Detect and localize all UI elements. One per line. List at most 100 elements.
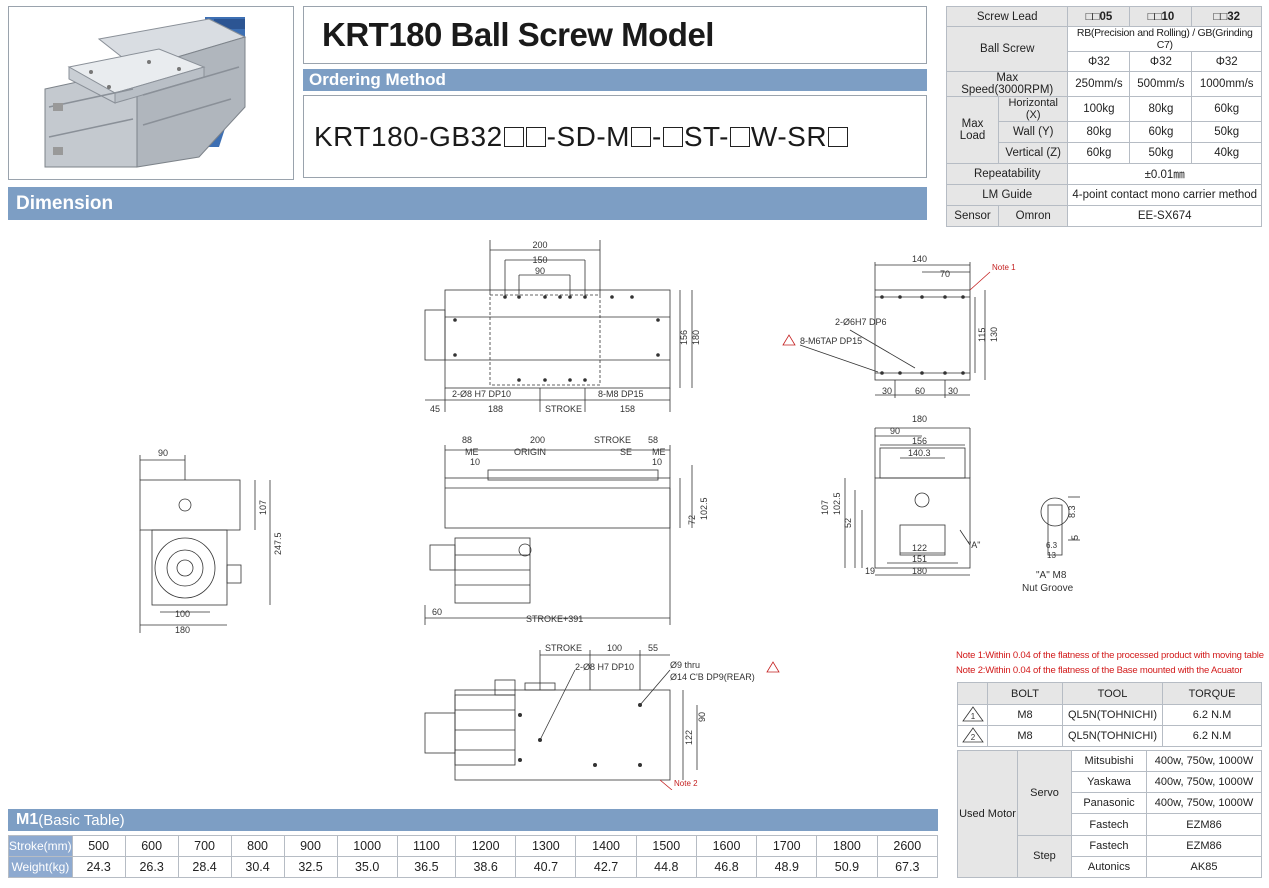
- dim-top-158: 158: [620, 404, 635, 414]
- dim-front-total: STROKE+391: [526, 614, 583, 624]
- load-wall-32: 50kg: [1191, 121, 1262, 143]
- sensor-model: EE-SX674: [1067, 205, 1262, 227]
- bolt-row-1-tool: QL5N(TOHNICHI): [1062, 704, 1163, 726]
- dim-front-se: SE: [620, 447, 632, 457]
- dim-top-45: 45: [430, 404, 440, 414]
- groove-label: "A" M8: [1036, 570, 1067, 581]
- speed-32: 1000mm/s: [1191, 71, 1262, 97]
- weight-cell: 30.4: [230, 856, 285, 878]
- weight-cell: 38.6: [455, 856, 517, 878]
- bottom-view: STROKE 100 55 2-Ø8 H7 DP10 Ø9 thru Ø14 C…: [424, 643, 780, 790]
- dim-groove-63: 6.3: [1046, 541, 1058, 550]
- dim-top-90: 90: [535, 266, 545, 276]
- note2-marker: Note 2: [674, 779, 698, 788]
- code-part-dash: -: [652, 120, 662, 152]
- screw-lead-label: Screw Lead: [945, 6, 1069, 27]
- code-part-model: KRT180-GB32: [314, 120, 503, 152]
- used-motor-label: Used Motor: [957, 750, 1018, 878]
- dim-table-hole2: 8-M6TAP DP15: [800, 336, 862, 346]
- torque-header: TORQUE: [1162, 682, 1262, 705]
- dim-table-140: 140: [912, 254, 927, 264]
- code-part-stroke: ST-: [683, 120, 729, 152]
- front-view: [424, 445, 693, 625]
- dim-bottom-100: 100: [607, 643, 622, 653]
- weight-cell: 24.3: [71, 856, 126, 878]
- product-image: [8, 6, 294, 180]
- bolt-row-1-bolt: M8: [987, 704, 1063, 726]
- weight-cell: 35.0: [336, 856, 398, 878]
- stroke-cell: 2600: [876, 835, 939, 857]
- weight-cell: 46.8: [695, 856, 758, 878]
- stroke-cell: 900: [283, 835, 338, 857]
- load-vertical-32: 40kg: [1191, 142, 1262, 164]
- load-vertical-label: Vertical (Z): [997, 142, 1069, 164]
- bolt-row-2-tool: QL5N(TOHNICHI): [1062, 725, 1163, 747]
- weight-label: Weight(kg): [8, 856, 73, 878]
- weight-cell: 67.3: [876, 856, 939, 878]
- step-brand-2: Autonics: [1071, 855, 1147, 879]
- m1-table: Stroke(mm) 500 600 700 800 900 1000 1100 1200 13…: [8, 835, 939, 878]
- note1-marker: Note 1: [992, 263, 1016, 272]
- servo-value-1: 400w, 750w, 1000W: [1146, 749, 1262, 773]
- groove-label2: Nut Groove: [1022, 583, 1074, 594]
- lead-05: □□05: [1067, 6, 1131, 27]
- dim-table-30a: 30: [882, 386, 892, 396]
- code-box-wire: [729, 126, 750, 147]
- bolt-row-1-torque: 6.2 N.M: [1162, 704, 1262, 726]
- speed-05: 250mm/s: [1067, 71, 1131, 97]
- m1-header-bold: M1: [16, 811, 39, 828]
- dim-front-58: 58: [648, 435, 658, 445]
- bolt-table: BOLT TOOL TORQUE 1 M8 QL5N(TOHNICHI) 6.2…: [957, 682, 1262, 747]
- servo-brand-3: Panasonic: [1071, 792, 1147, 815]
- stroke-cell: 500: [71, 835, 126, 857]
- dim-end-180: 180: [912, 414, 927, 424]
- stroke-cell: 1300: [515, 835, 577, 857]
- diameter-32: Φ32: [1191, 51, 1262, 72]
- dim-front-me1: ME: [465, 447, 479, 457]
- dim-bottom-hole3: Ø14 C'B DP9(REAR): [670, 672, 755, 682]
- load-horizontal-label: Horizontal (X): [997, 96, 1069, 122]
- motor-table: Used Motor Servo Mitsubishi 400w, 750w, …: [957, 749, 1262, 879]
- code-box-lead-2: [525, 126, 546, 147]
- notes: Note 1:Within 0.04 of the flatness of th…: [956, 648, 1264, 678]
- dim-end-52: 52: [843, 518, 853, 528]
- spec-table: Screw Lead □□05 □□10 □□32 Ball Screw RB(…: [945, 6, 1262, 227]
- sensor-brand: Omron: [997, 205, 1069, 227]
- stroke-cell: 1600: [695, 835, 758, 857]
- dim-top-180: 180: [691, 330, 701, 345]
- sensor-label: Sensor: [946, 205, 999, 227]
- diameter-10: Φ32: [1129, 51, 1193, 72]
- m1-header: M1 (Basic Table): [8, 809, 938, 831]
- dim-front-60: 60: [432, 607, 442, 617]
- code-box-sensor: [828, 126, 849, 147]
- m1-header-rest: (Basic Table): [38, 811, 125, 829]
- dimension-header: Dimension: [8, 187, 927, 220]
- dim-left-180: 180: [175, 625, 190, 633]
- title-box: KRT180 Ball Screw Model: [303, 6, 927, 64]
- bolt-header: BOLT: [987, 682, 1063, 705]
- dim-front-10b: 10: [652, 457, 662, 467]
- step-label: Step: [1017, 834, 1072, 879]
- dim-table-30b: 30: [948, 386, 958, 396]
- bolt-row-2-bolt: M8: [987, 725, 1063, 747]
- dim-table-130: 130: [989, 327, 999, 342]
- top-view: [424, 240, 693, 412]
- servo-brand-2: Yaskawa: [1071, 771, 1147, 794]
- dim-bottom-stroke: STROKE: [545, 643, 582, 653]
- dim-front-102: 102.5: [699, 497, 709, 520]
- ordering-header: Ordering Method: [303, 69, 927, 91]
- servo-value-4: EZM86: [1146, 813, 1262, 836]
- step-value-2: AK85: [1146, 855, 1262, 879]
- dim-end-156: 156: [912, 436, 927, 446]
- dim-table-hole1: 2-Ø6H7 DP6: [835, 317, 887, 327]
- actuator-illustration: [44, 17, 247, 168]
- dim-end-140: 140.3: [908, 448, 931, 458]
- stroke-label: Stroke(mm): [8, 835, 73, 857]
- svg-text:2: 2: [970, 733, 975, 742]
- dimension-drawing: 200 150 90 156 180 2-Ø8 H7 DP10 8-M8 DP1…: [139, 240, 1080, 633]
- note-1: Note 1:Within 0.04 of the flatness of th…: [956, 650, 1264, 661]
- max-load-label: Max Load: [946, 96, 999, 164]
- dim-bottom-hole1: 2-Ø8 H7 DP10: [575, 662, 634, 672]
- lm-guide-label: LM Guide: [945, 184, 1069, 206]
- repeatability-label: Repeatability: [945, 163, 1069, 185]
